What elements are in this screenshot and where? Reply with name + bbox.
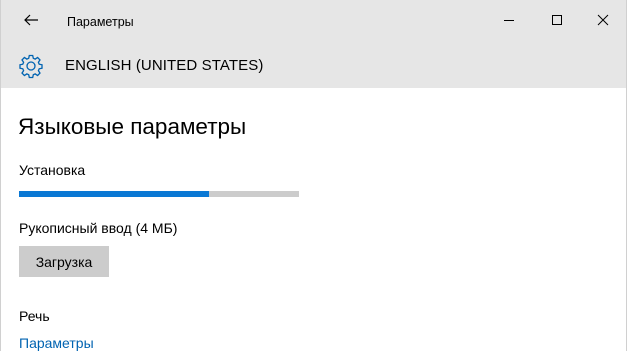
window-title: Параметры	[67, 15, 134, 29]
back-button[interactable]	[9, 4, 53, 40]
handwriting-label: Рукописный ввод (4 МБ)	[19, 220, 178, 236]
language-title: ENGLISH (UNITED STATES)	[65, 57, 264, 74]
install-progress-bar	[19, 191, 299, 197]
download-button[interactable]: Загрузка	[19, 246, 109, 277]
speech-label: Речь	[19, 308, 50, 324]
page-title: Языковые параметры	[18, 114, 247, 139]
settings-window: Параметры ENGLISH (UNITED STATES) Языков…	[0, 0, 627, 351]
speech-settings-link[interactable]: Параметры	[19, 335, 94, 351]
back-arrow-icon	[23, 12, 39, 33]
minimize-icon	[503, 13, 515, 31]
maximize-button[interactable]	[534, 4, 580, 40]
gear-icon	[18, 53, 44, 79]
page-header: ENGLISH (UNITED STATES)	[1, 44, 626, 88]
title-bar[interactable]: Параметры	[1, 0, 626, 44]
close-button[interactable]	[580, 4, 626, 40]
install-label: Установка	[19, 162, 86, 178]
minimize-button[interactable]	[486, 4, 532, 40]
maximize-icon	[551, 13, 563, 31]
close-icon	[597, 13, 609, 31]
install-progress-fill	[19, 191, 210, 197]
